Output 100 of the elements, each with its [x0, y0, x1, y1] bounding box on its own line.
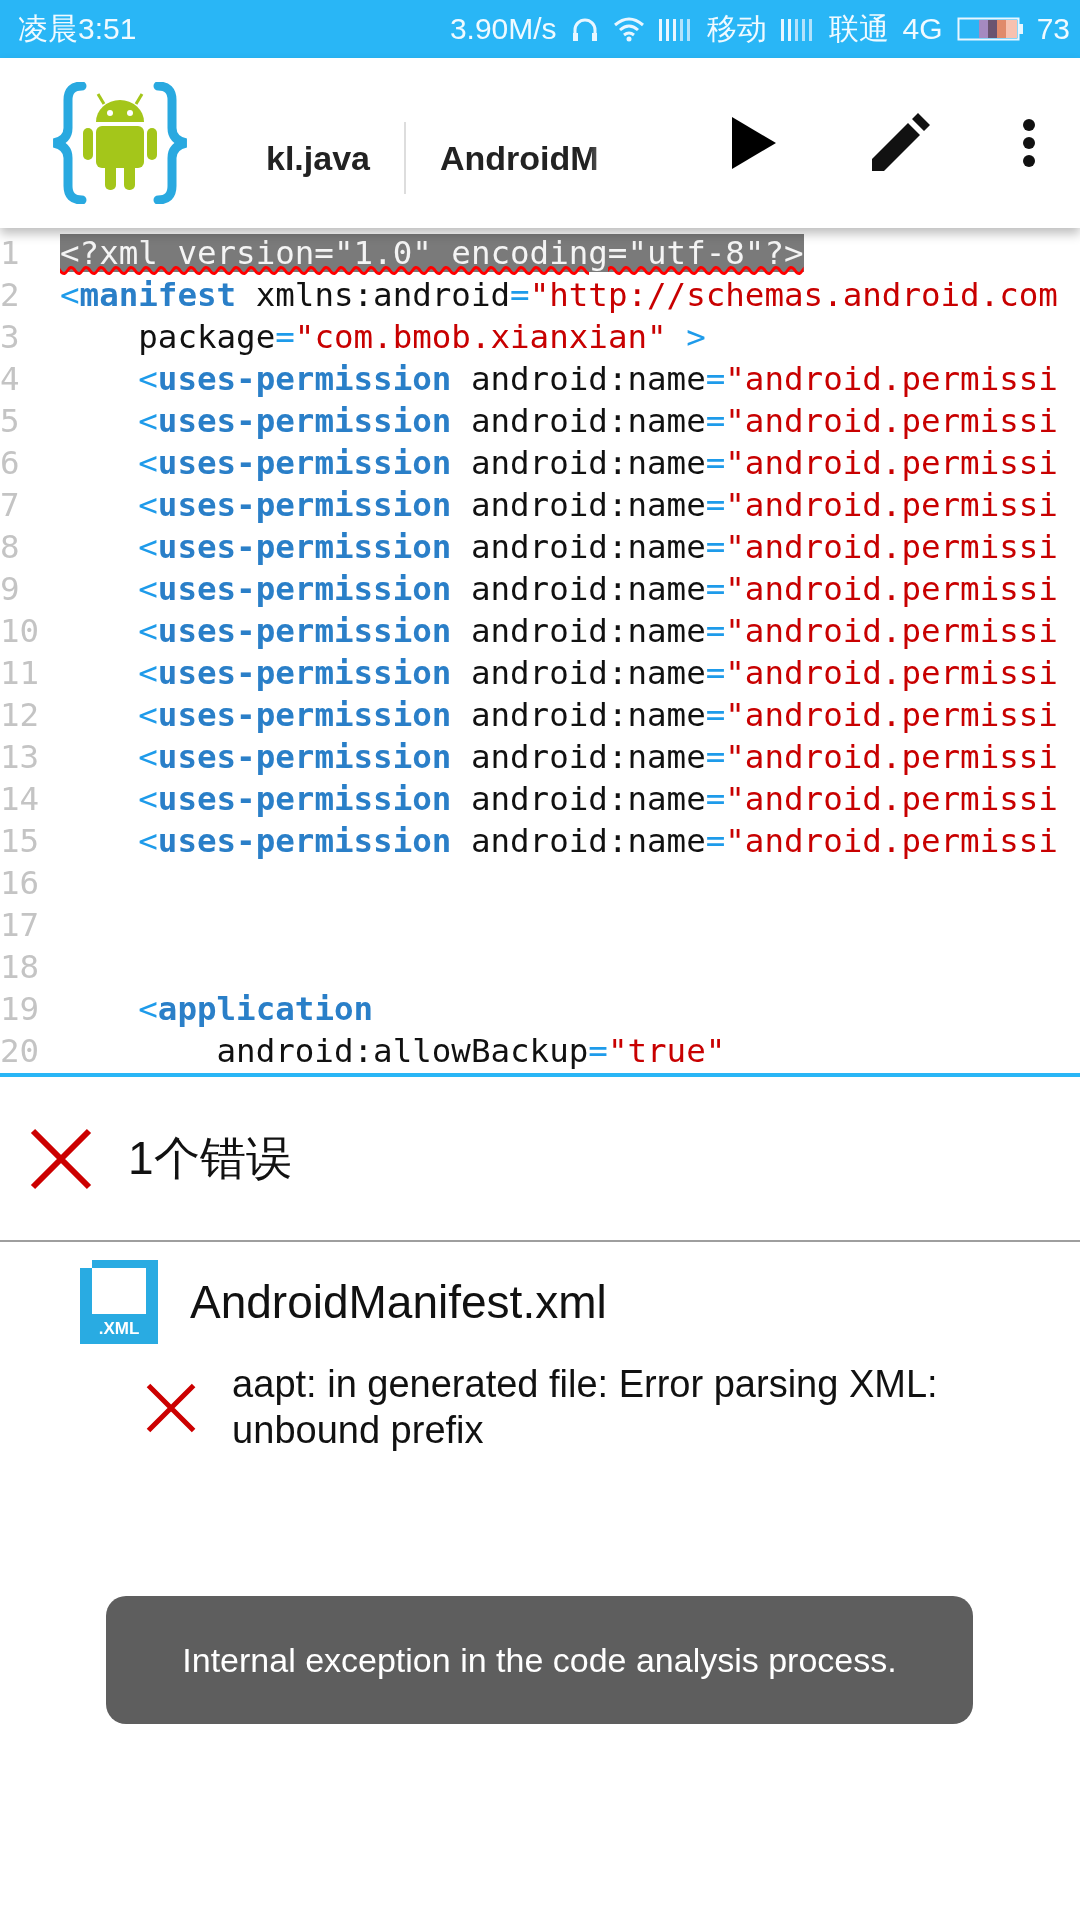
- line-number: 3: [0, 318, 21, 356]
- code-punctuation: =: [705, 486, 726, 524]
- line-number: 4: [0, 360, 21, 398]
- network-speed: 3.90M/s: [449, 12, 557, 46]
- code-attribute: android:name: [469, 654, 706, 692]
- code-punctuation: <: [137, 570, 158, 608]
- line-number: 16: [0, 864, 41, 902]
- code-string: "true": [607, 1032, 726, 1070]
- code-attribute: android:name: [469, 570, 706, 608]
- line-number: 14: [0, 780, 41, 818]
- code-string: "com.bmob.xianxian": [294, 318, 667, 356]
- code-tag: uses-permission: [157, 528, 452, 566]
- code-tag: uses-permission: [157, 780, 452, 818]
- code-tag: manifest: [79, 276, 237, 314]
- code-punctuation: >: [685, 318, 706, 356]
- code-punctuation: <: [137, 822, 158, 860]
- line-number: 8: [0, 528, 21, 566]
- run-icon[interactable]: [730, 115, 778, 171]
- code-string: "android.permissi: [725, 570, 1058, 608]
- code-string: "android.permissi: [725, 360, 1058, 398]
- more-options-icon[interactable]: [1022, 119, 1036, 167]
- status-time: 凌晨3:51: [18, 10, 137, 47]
- xml-file-icon: .XML: [80, 1260, 158, 1344]
- code-punctuation: <: [137, 780, 158, 818]
- line-number: 6: [0, 444, 21, 482]
- line-number: 9: [0, 570, 21, 608]
- line-number: 18: [0, 948, 41, 986]
- code-attribute: android:allowBackup: [215, 1032, 589, 1070]
- line-number: 19: [0, 990, 41, 1028]
- line-number: 10: [0, 612, 41, 650]
- code-tag: uses-permission: [157, 570, 452, 608]
- code-attribute: package: [137, 318, 276, 356]
- code-string: "android.permissi: [725, 696, 1058, 734]
- code-string: "android.permissi: [725, 780, 1058, 818]
- code-punctuation: <: [137, 612, 158, 650]
- file-tab[interactable]: AndroidM: [406, 138, 633, 178]
- error-count: 1个错误: [128, 1130, 292, 1186]
- signal-icon: [780, 17, 815, 41]
- code-error-text: <?xml version="1.0" encoding="utf-8"?>: [60, 234, 804, 272]
- file-tab[interactable]: kl.java: [232, 138, 404, 178]
- code-tag: uses-permission: [157, 696, 452, 734]
- code-string: "android.permissi: [725, 444, 1058, 482]
- code-string: "http://schemas.android.com: [529, 276, 1058, 314]
- toast-message: Internal exception in the code analysis process.: [106, 1596, 973, 1724]
- code-tag: uses-permission: [157, 402, 452, 440]
- code-punctuation: =: [705, 822, 726, 860]
- code-punctuation: =: [705, 402, 726, 440]
- code-punctuation: =: [705, 654, 726, 692]
- code-tag: uses-permission: [157, 654, 452, 692]
- code-tag: uses-permission: [157, 360, 452, 398]
- error-icon: [30, 1127, 92, 1190]
- code-attribute: android:name: [469, 612, 706, 650]
- battery-icon: [956, 16, 1023, 42]
- code-tag: uses-permission: [157, 444, 452, 482]
- code-punctuation: <: [137, 696, 158, 734]
- error-message[interactable]: aapt: in generated file: Error parsing XML: unbound prefix: [232, 1362, 1040, 1454]
- line-number: 15: [0, 822, 41, 860]
- code-tag: uses-permission: [157, 486, 452, 524]
- code-punctuation: <: [137, 654, 158, 692]
- code-tag: uses-permission: [157, 612, 452, 650]
- code-string: "android.permissi: [725, 822, 1058, 860]
- line-number: 13: [0, 738, 41, 776]
- code-string: "android.permissi: [725, 738, 1058, 776]
- code-punctuation: =: [705, 360, 726, 398]
- code-punctuation: =: [275, 318, 295, 356]
- code-punctuation: =: [705, 570, 726, 608]
- code-punctuation: <: [137, 360, 158, 398]
- code-attribute: android:name: [469, 444, 706, 482]
- code-punctuation: <: [137, 528, 158, 566]
- code-punctuation: =: [510, 276, 530, 314]
- code-punctuation: <: [137, 738, 158, 776]
- code-punctuation: =: [705, 444, 726, 482]
- line-number: 17: [0, 906, 41, 944]
- line-number: 20: [0, 1032, 41, 1070]
- code-punctuation: =: [705, 528, 726, 566]
- code-attribute: android:name: [469, 780, 706, 818]
- line-number: 7: [0, 486, 21, 524]
- line-number: 2: [0, 276, 21, 314]
- line-number: 11: [0, 654, 41, 692]
- carrier-name: 联通: [828, 10, 889, 47]
- line-number: 5: [0, 402, 21, 440]
- code-attribute: android:name: [469, 360, 706, 398]
- pencil-icon[interactable]: [870, 113, 930, 173]
- code-attribute: android:name: [469, 528, 706, 566]
- signal-icon: [658, 17, 693, 41]
- code-punctuation: =: [705, 612, 726, 650]
- code-string: "android.permissi: [725, 654, 1058, 692]
- carrier-name: 移动: [706, 10, 767, 47]
- code-tag: uses-permission: [157, 822, 452, 860]
- code-attribute: android:name: [469, 822, 706, 860]
- code-punctuation: <: [137, 486, 158, 524]
- wifi-icon: [612, 16, 645, 42]
- headphones-icon: [570, 16, 599, 42]
- code-punctuation: =: [705, 696, 726, 734]
- file-name[interactable]: AndroidManifest.xml: [190, 1275, 607, 1329]
- battery-level: 73: [1036, 12, 1070, 46]
- network-type: 4G: [902, 12, 943, 46]
- code-punctuation: <: [137, 990, 158, 1028]
- code-attribute: xmlns:android: [254, 276, 511, 314]
- line-number: 12: [0, 696, 41, 734]
